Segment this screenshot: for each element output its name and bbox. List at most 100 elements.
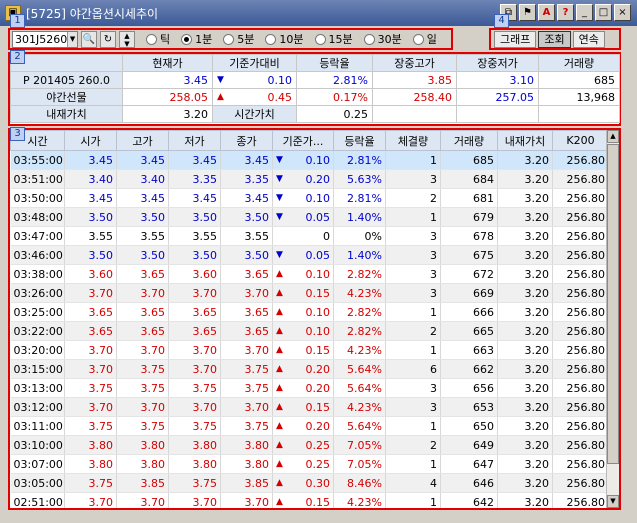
cell-k200: 256.80 [552,169,609,189]
cell-open-value: 3.80 [88,457,114,471]
col-low[interactable]: 저가 [168,130,221,151]
cell-qty-value: 3 [430,172,437,186]
history-grid: 시간 시가 고가 저가 종가 기준가... 등락율 체결량 거래량 내재가치 K… [8,128,621,510]
summary-empty-cell [372,105,457,123]
cell-k200: 256.80 [552,416,609,436]
col-qty[interactable]: 체결량 [385,130,441,151]
col-intrinsic[interactable]: 내재가치 [497,130,553,151]
cell-rate-value: 7.05% [347,438,382,452]
graph-button[interactable]: 그래프 [494,30,537,48]
window-title: [5725] 야간옵션시세추이 [26,7,159,21]
radio-1min[interactable]: 1분 [181,31,212,47]
cell-volume: 656 [440,378,498,398]
vertical-scrollbar[interactable]: ▲ ▼ [606,130,619,508]
close-button[interactable]: × [614,4,631,21]
scroll-thumb[interactable] [607,144,619,464]
minimize-button[interactable]: _ [576,4,593,21]
table-row[interactable]: 03:10:00 3.80 3.80 3.80 3.80 ▲ 0.25 7.05% 2 649 3.… [10,435,609,455]
cell-close: 3.80 [220,435,273,455]
scroll-up-icon[interactable]: ▲ [607,130,619,143]
table-row[interactable]: 03:50:00 3.45 3.45 3.45 3.45 ▼ 0.10 2.81% 2 681 3.… [10,188,609,208]
cell-low-value: 3.50 [192,248,218,262]
continuous-button[interactable]: 연속 [572,30,605,48]
radio-10min[interactable]: 10분 [265,31,304,47]
cell-k200-value: 256.80 [566,324,606,338]
cell-k200-value: 256.80 [566,248,606,262]
table-row[interactable]: 03:46:00 3.50 3.50 3.50 3.50 ▼ 0.05 1.40% 3 675 3.… [10,245,609,265]
cell-close: 3.85 [220,473,273,493]
cell-low: 3.70 [168,359,221,379]
cell-high: 3.70 [116,283,169,303]
table-row[interactable]: 03:26:00 3.70 3.70 3.70 3.70 ▲ 0.15 4.23% 3 669 3.… [10,283,609,303]
cell-open: 3.75 [64,416,117,436]
table-row[interactable]: 02:51:00 3.70 3.70 3.70 3.70 ▲ 0.15 4.23% 1 642 3.… [10,492,609,508]
help-icon[interactable]: ? [557,4,574,21]
table-row[interactable]: 03:12:00 3.70 3.70 3.70 3.70 ▲ 0.15 4.23% 3 653 3.… [10,397,609,417]
radio-tick[interactable]: 틱 [146,31,170,47]
chevron-down-icon[interactable]: ▼ [67,31,77,47]
table-row[interactable]: 03:13:00 3.75 3.75 3.75 3.75 ▲ 0.20 5.64% 3 656 3.… [10,378,609,398]
radio-dot-icon[interactable] [314,33,326,45]
radio-dot-icon[interactable] [146,33,157,45]
cell-qty-value: 6 [430,362,437,376]
cell-low: 3.60 [168,264,221,284]
table-row[interactable]: 03:20:00 3.70 3.70 3.70 3.70 ▲ 0.15 4.23% 1 663 3.… [10,340,609,360]
scroll-down-icon[interactable]: ▼ [607,495,619,508]
radio-dot-icon[interactable] [181,33,193,45]
col-volume[interactable]: 거래량 [440,130,498,151]
radio-dot-icon[interactable] [223,33,235,45]
table-row[interactable]: 03:25:00 3.65 3.65 3.65 3.65 ▲ 0.10 2.82% 1 666 3.… [10,302,609,322]
col-change[interactable]: 기준가... [272,130,334,151]
search-icon[interactable]: 🔍 [81,30,97,48]
cell-qty-value: 3 [430,381,437,395]
table-row[interactable]: 03:48:00 3.50 3.50 3.50 3.50 ▼ 0.05 1.40% 1 679 3.… [10,207,609,227]
cell-time-value: 03:10:00 [13,438,63,452]
cell-close-value: 3.65 [244,267,270,281]
col-rate[interactable]: 등락율 [333,130,386,151]
radio-dot-icon[interactable] [363,33,375,45]
cell-qty-value: 2 [430,191,437,205]
query-button[interactable]: 조회 [538,30,571,48]
cell-volume: 663 [440,340,498,360]
cell-low-value: 3.65 [192,305,218,319]
cell-change-value: 0 [323,229,330,243]
radio-day[interactable]: 일 [412,31,437,47]
col-open[interactable]: 시가 [64,130,117,151]
table-row[interactable]: 03:38:00 3.60 3.65 3.60 3.65 ▲ 0.10 2.82% 3 672 3.… [10,264,609,284]
table-row[interactable]: 03:51:00 3.40 3.40 3.35 3.35 ▼ 0.20 5.63% 3 684 3.… [10,169,609,189]
refresh-icon[interactable]: ↻ [100,30,116,48]
maximize-button[interactable]: □ [595,4,612,21]
cell-time: 03:15:00 [10,359,65,379]
col-k200[interactable]: K200 [552,130,609,151]
radio-dot-icon[interactable] [265,33,277,45]
radio-dot-icon[interactable] [412,33,424,45]
table-row[interactable]: 03:07:00 3.80 3.80 3.80 3.80 ▲ 0.25 7.05% 1 647 3.… [10,454,609,474]
cell-intrinsic-value: 3.20 [524,343,550,357]
table-row[interactable]: 03:55:00 3.45 3.45 3.45 3.45 ▼ 0.10 2.81% 1 685 3.… [10,150,609,170]
radio-5min[interactable]: 5분 [223,31,254,47]
table-row[interactable]: 03:22:00 3.65 3.65 3.65 3.65 ▲ 0.10 2.82% 2 665 3.… [10,321,609,341]
cell-intrinsic-value: 3.20 [524,267,550,281]
cell-intrinsic: 3.20 [497,473,553,493]
radio-15min[interactable]: 15분 [314,31,353,47]
table-row[interactable]: 03:15:00 3.70 3.75 3.70 3.75 ▲ 0.20 5.64% 6 662 3.… [10,359,609,379]
cell-qty-value: 2 [430,324,437,338]
table-row[interactable]: 03:47:00 3.55 3.55 3.55 3.55 0 0% 3 678 3.20 256.8… [10,226,609,246]
table-row[interactable]: 03:11:00 3.75 3.75 3.75 3.75 ▲ 0.20 5.64% 1 650 3.… [10,416,609,436]
col-close[interactable]: 종가 [220,130,273,151]
font-icon[interactable]: A [538,4,555,21]
cell-open: 3.70 [64,492,117,508]
cell-open: 3.75 [64,378,117,398]
flag-icon[interactable]: ⚑ [519,4,536,21]
code-select[interactable]: 301J5260 ▼ [12,30,78,48]
cell-k200: 256.80 [552,283,609,303]
spin-icon[interactable]: ▲ ▼ [119,30,135,48]
radio-30min[interactable]: 30분 [363,31,402,47]
cell-low-value: 3.70 [192,362,218,376]
col-high[interactable]: 고가 [116,130,169,151]
cell-k200-value: 256.80 [566,153,606,167]
cell-rate: 8.46% [333,473,386,493]
up-triangle-icon: ▲ [276,382,283,393]
table-row[interactable]: 03:05:00 3.75 3.85 3.75 3.85 ▲ 0.30 8.46% 4 646 3.… [10,473,609,493]
cell-open: 3.80 [64,454,117,474]
